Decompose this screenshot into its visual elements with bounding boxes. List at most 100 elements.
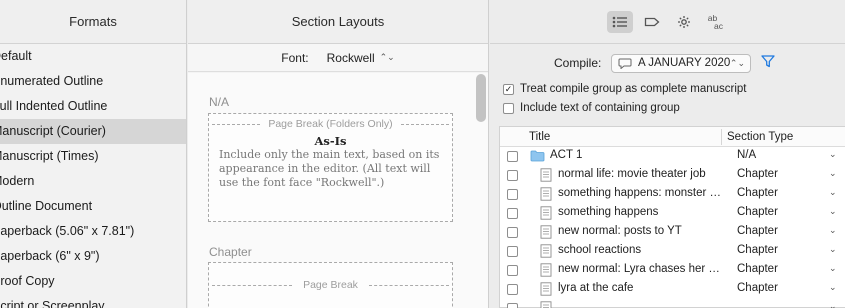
format-item[interactable]: Default <box>0 44 186 69</box>
section-layouts-panel: Section Layouts Font: Rockwell ⌃⌄ N/A Pa… <box>188 0 489 308</box>
format-item[interactable]: Proof Copy <box>0 269 186 294</box>
table-row[interactable]: new normal: Lyra chases her dream Chapter… <box>500 261 845 280</box>
table-header: Title Section Type <box>500 127 845 147</box>
formats-header: Formats <box>0 0 186 44</box>
font-row: Font: Rockwell ⌃⌄ <box>188 44 488 72</box>
filter-icon[interactable] <box>761 55 775 68</box>
treat-as-manuscript-label: Treat compile group as complete manuscri… <box>520 83 747 95</box>
contents-table: Title Section Type ACT 1 N/A ⌄ normal life:… <box>499 126 845 308</box>
format-item[interactable]: Manuscript (Times) <box>0 144 186 169</box>
include-checkbox[interactable] <box>507 246 518 257</box>
section-layouts-header: Section Layouts <box>188 0 488 44</box>
inspector-toolbar: ab ac <box>490 0 845 44</box>
include-checkbox[interactable] <box>507 265 518 276</box>
compile-contents-panel: ab ac Compile: A JANUARY 2020 ⌃⌄ ✓ Treat… <box>490 0 845 308</box>
column-header-section-type[interactable]: Section Type <box>727 131 793 143</box>
document-icon <box>540 263 552 277</box>
compile-group-select[interactable]: A JANUARY 2020 ⌃⌄ <box>611 53 751 73</box>
format-item[interactable]: Modern <box>0 169 186 194</box>
chevron-down-icon[interactable]: ⌄ <box>829 301 837 308</box>
include-checkbox[interactable] <box>507 303 518 308</box>
row-title: something happens: monster appears <box>558 187 726 199</box>
table-row[interactable]: new normal: posts to YT Chapter ⌄ <box>500 223 845 242</box>
row-title: lyra at the cafe <box>558 282 634 294</box>
table-row[interactable]: something happens: monster appears Chapte… <box>500 185 845 204</box>
chevron-down-icon[interactable]: ⌄ <box>829 225 837 236</box>
include-containing-option[interactable]: Include text of containing group <box>503 102 680 114</box>
document-icon <box>540 225 552 239</box>
formats-list: DefaultEnumerated OutlineFull Indented O… <box>0 44 186 308</box>
font-select[interactable]: Rockwell ⌃⌄ <box>327 51 395 65</box>
table-body: ACT 1 N/A ⌄ normal life: movie theater job C… <box>500 147 845 308</box>
section-type-select[interactable]: N/A <box>737 149 756 161</box>
section-type-select[interactable]: Chapter <box>737 187 778 199</box>
row-title: school reactions <box>558 244 642 256</box>
replace-icon[interactable]: ab ac <box>703 11 729 33</box>
section-type-select[interactable]: Chapter <box>737 225 778 237</box>
chevron-down-icon[interactable]: ⌄ <box>829 187 837 198</box>
format-item[interactable]: Script or Screenplay <box>0 294 186 308</box>
format-item[interactable]: Outline Document <box>0 194 186 219</box>
layout-preview-na[interactable]: Page Break (Folders Only) As-Is Include … <box>208 113 453 222</box>
format-item[interactable]: Enumerated Outline <box>0 69 186 94</box>
folder-icon <box>530 150 545 162</box>
layout-preview-chapter[interactable]: Page Break <box>208 262 453 308</box>
section-type-select[interactable]: Chapter <box>737 282 778 294</box>
updown-chevron-icon: ⌃⌄ <box>379 52 395 62</box>
table-row[interactable]: lyra at the cafe Chapter ⌄ <box>500 280 845 299</box>
column-header-title[interactable]: Title <box>529 131 550 143</box>
chevron-down-icon[interactable]: ⌄ <box>829 282 837 293</box>
table-row[interactable]: normal life: movie theater job Chapter ⌄ <box>500 166 845 185</box>
include-containing-label: Include text of containing group <box>520 102 680 114</box>
format-item[interactable]: Full Indented Outline <box>0 94 186 119</box>
include-checkbox[interactable] <box>507 284 518 295</box>
document-icon <box>540 244 552 258</box>
include-checkbox[interactable] <box>507 151 518 162</box>
font-label: Font: <box>281 50 309 65</box>
section-type-select[interactable]: Chapter <box>737 168 778 180</box>
row-title: new normal: posts to YT <box>558 225 682 237</box>
format-item[interactable]: Paperback (5.06" x 7.81") <box>0 219 186 244</box>
table-row[interactable]: something happens Chapter ⌄ <box>500 204 845 223</box>
chevron-down-icon[interactable]: ⌄ <box>829 206 837 217</box>
treat-as-manuscript-option[interactable]: ✓ Treat compile group as complete manusc… <box>503 83 746 95</box>
section-type-select[interactable]: Chapter <box>737 206 778 218</box>
include-checkbox[interactable] <box>507 170 518 181</box>
chevron-down-icon[interactable]: ⌄ <box>829 149 837 160</box>
compile-row: Compile: A JANUARY 2020 ⌃⌄ <box>490 53 845 73</box>
document-icon <box>540 206 552 220</box>
include-checkbox[interactable] <box>507 208 518 219</box>
column-divider[interactable] <box>721 129 722 145</box>
list-icon[interactable] <box>606 10 633 33</box>
chevron-down-icon[interactable]: ⌄ <box>829 263 837 274</box>
include-checkbox[interactable] <box>507 189 518 200</box>
row-title: new normal: Lyra chases her dream <box>558 263 726 275</box>
preview-description: Include only the main text, based on its… <box>219 148 440 189</box>
gear-icon[interactable] <box>671 11 697 33</box>
section-type-select[interactable]: Chapter <box>737 244 778 256</box>
table-row[interactable]: ACT 1 N/A ⌄ <box>500 147 845 166</box>
row-title: normal life: movie theater job <box>558 168 706 180</box>
layouts-scroll-area[interactable]: N/A Page Break (Folders Only) As-Is Incl… <box>188 73 488 308</box>
section-type-select[interactable]: Chapter <box>737 263 778 275</box>
row-title: ACT 1 <box>550 149 583 161</box>
include-checkbox[interactable] <box>507 227 518 238</box>
page-break-line: Page Break <box>209 277 452 293</box>
layout-label-chapter: Chapter <box>209 245 252 259</box>
replace-icon-bottom: ac <box>714 20 723 31</box>
row-title: something happens <box>558 206 659 218</box>
chevron-down-icon[interactable]: ⌄ <box>829 244 837 255</box>
scrollbar-thumb[interactable] <box>476 74 486 122</box>
font-value: Rockwell <box>326 50 375 65</box>
document-icon <box>540 282 552 296</box>
include-containing-checkbox[interactable] <box>503 102 514 114</box>
format-item[interactable]: Manuscript (Courier) <box>0 119 186 144</box>
chevron-down-icon[interactable]: ⌄ <box>829 168 837 179</box>
table-row[interactable]: ⌄ <box>500 299 845 308</box>
treat-as-manuscript-checkbox[interactable]: ✓ <box>503 83 514 95</box>
format-item[interactable]: Paperback (6" x 9") <box>0 244 186 269</box>
updown-chevron-icon: ⌃⌄ <box>729 57 745 68</box>
page-break-line: Page Break (Folders Only) <box>209 116 452 132</box>
label-icon[interactable] <box>639 11 665 33</box>
table-row[interactable]: school reactions Chapter ⌄ <box>500 242 845 261</box>
